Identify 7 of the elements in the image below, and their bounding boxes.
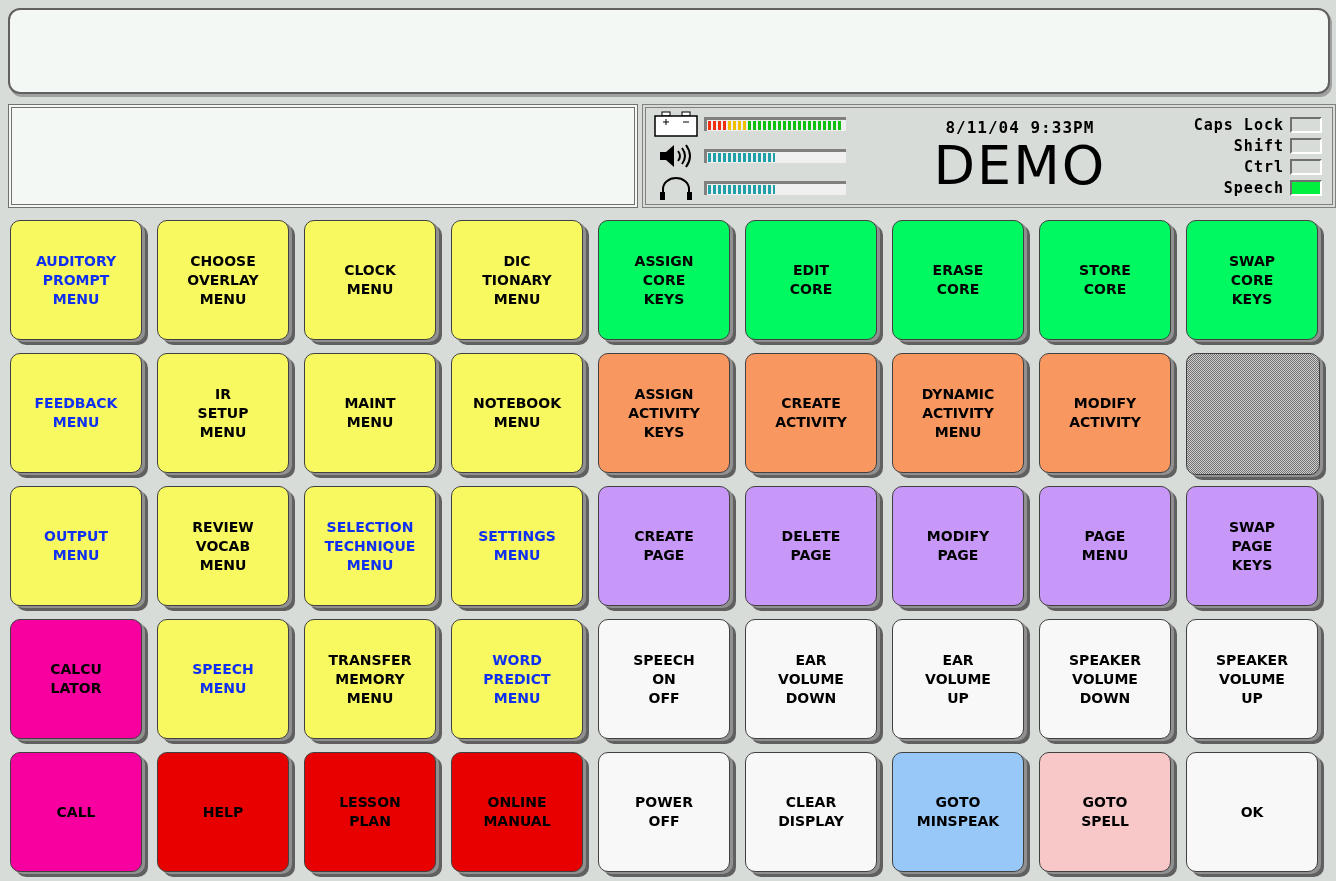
mode-label: DEMO [933, 136, 1107, 195]
battery-icon [654, 111, 698, 137]
indicator-label: Shift [1233, 136, 1284, 155]
indicator-label: Speech [1223, 178, 1284, 197]
indicator-label: Ctrl [1243, 157, 1284, 176]
indicator-label: Caps Lock [1193, 115, 1284, 134]
date-time: 8/11/04 9:33PM [945, 117, 1095, 137]
